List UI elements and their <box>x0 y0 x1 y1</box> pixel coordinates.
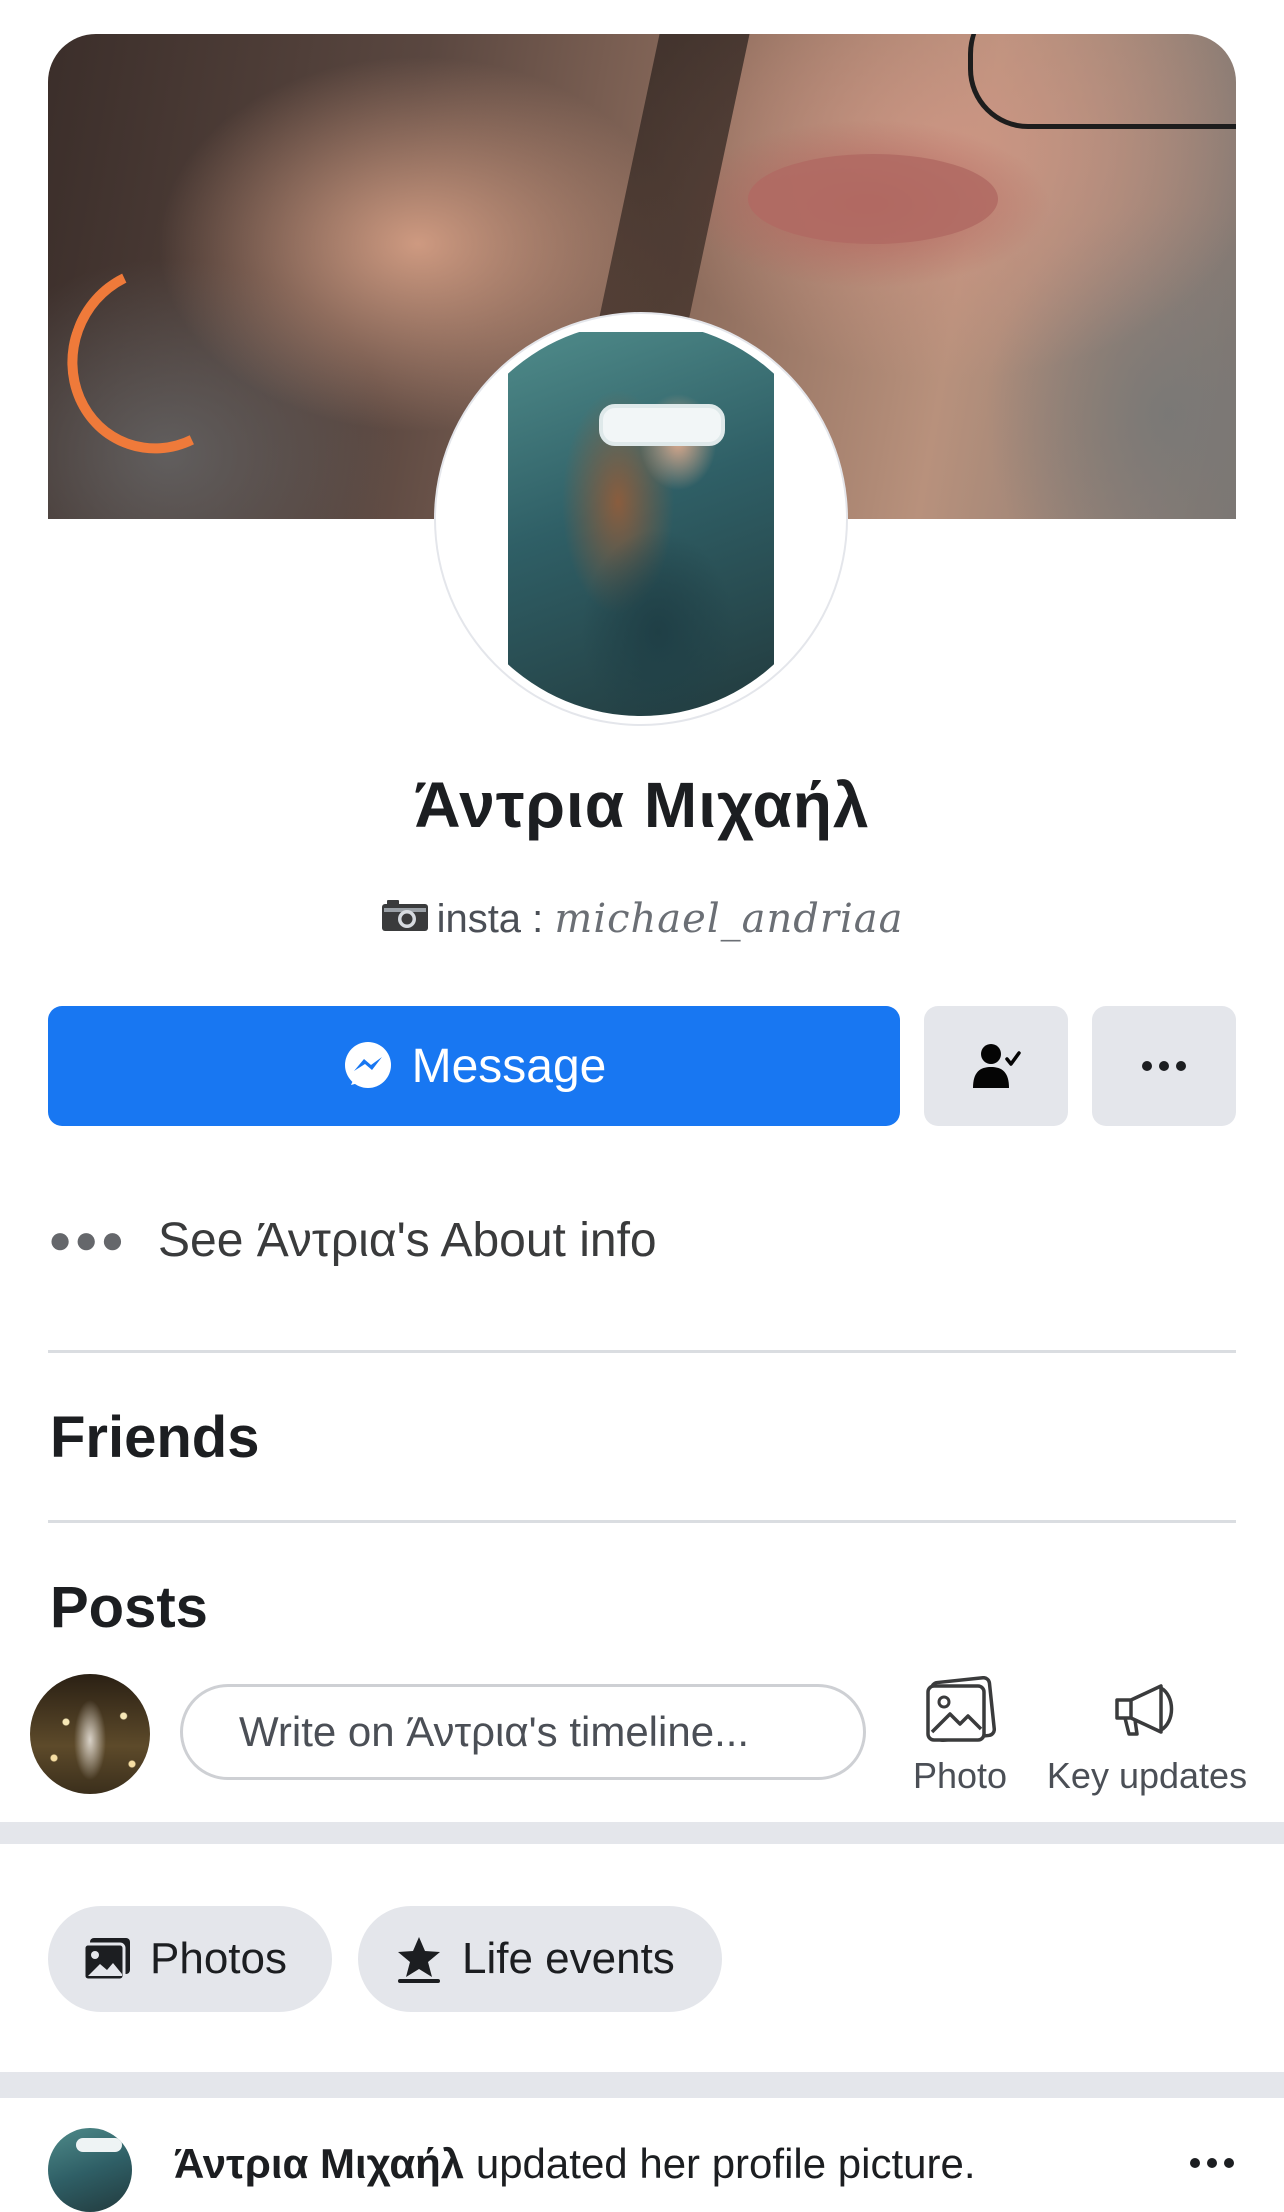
cover-photo-detail <box>48 238 276 480</box>
life-events-chip-label: Life events <box>462 1934 675 1983</box>
friend-check-icon <box>973 1044 1021 1088</box>
more-icon <box>1142 1061 1186 1071</box>
about-info-label: See Άντρια's About info <box>158 1213 657 1267</box>
feed-separator <box>0 2072 1284 2098</box>
life-event-star-icon <box>398 1937 440 1983</box>
photos-chip-label: Photos <box>150 1934 287 1983</box>
message-button-label: Message <box>411 1039 607 1093</box>
photos-filter-chip[interactable]: Photos <box>48 1906 332 2012</box>
viewer-avatar[interactable] <box>30 1674 150 1794</box>
post-author-avatar-detail <box>76 2138 122 2152</box>
friends-section-title: Friends <box>50 1405 260 1470</box>
more-icon <box>1190 2158 1234 2168</box>
photo-button-label: Photo <box>912 1755 1008 1796</box>
post-header-text: Άντρια Μιχαήλ updated her profile pictur… <box>174 2140 976 2188</box>
profile-picture-detail <box>599 404 725 446</box>
profile-picture-image <box>508 332 774 716</box>
feed-separator <box>0 1822 1284 1844</box>
post-author-avatar[interactable] <box>48 2128 132 2212</box>
photo-button[interactable]: Photo <box>900 1675 1020 1810</box>
key-updates-button[interactable]: Key updates <box>1036 1676 1258 1810</box>
camera-icon <box>381 897 429 942</box>
key-updates-button-label: Key updates <box>1046 1755 1248 1796</box>
life-events-filter-chip[interactable]: Life events <box>358 1906 722 2012</box>
more-options-button[interactable] <box>1092 1006 1236 1126</box>
timeline-post-input[interactable]: Write on Άντρια's timeline... <box>180 1684 866 1780</box>
section-divider <box>48 1520 1236 1523</box>
post-author-name[interactable]: Άντρια Μιχαήλ <box>174 2140 464 2187</box>
photos-icon <box>82 1938 130 1982</box>
messenger-icon <box>344 1042 391 1088</box>
photo-icon <box>926 1675 997 1743</box>
about-info-link[interactable]: ●●● See Άντρια's About info <box>48 1200 657 1280</box>
cover-photo-detail <box>748 154 998 244</box>
friend-status-button[interactable] <box>924 1006 1068 1126</box>
message-button[interactable]: Message <box>48 1006 900 1126</box>
ellipsis-icon: ●●● <box>48 1217 127 1262</box>
profile-bio: insta : michael_andriaa <box>0 896 1284 942</box>
bio-prefix: insta : <box>436 897 555 941</box>
section-divider <box>48 1350 1236 1353</box>
megaphone-icon <box>1115 1684 1174 1736</box>
bio-instagram-handle: michael_andriaa <box>554 896 904 942</box>
post-more-button[interactable] <box>1190 2158 1234 2168</box>
profile-name: Άντρια Μιχαήλ <box>414 769 870 841</box>
post-action-text: updated her profile picture. <box>464 2140 976 2187</box>
posts-section-title: Posts <box>50 1575 208 1640</box>
profile-picture[interactable] <box>444 322 838 716</box>
cover-photo-detail <box>968 34 1236 129</box>
